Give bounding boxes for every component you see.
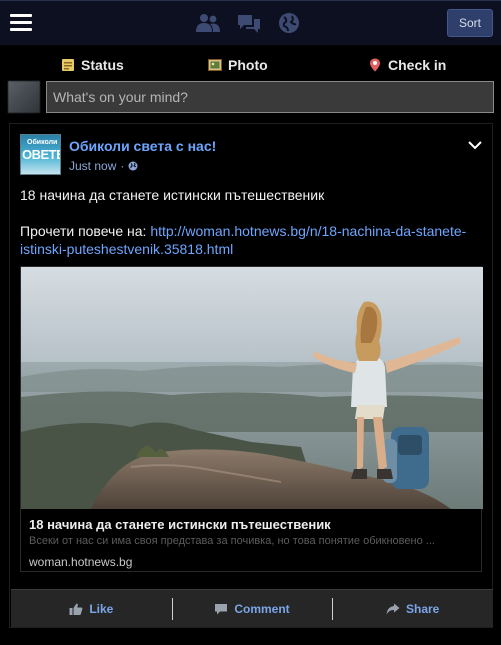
globe-icon: [128, 161, 138, 171]
read-more-prefix: Прочети повече на:: [20, 223, 151, 239]
tab-photo-label: Photo: [228, 57, 268, 73]
status-input[interactable]: What's on your mind?: [46, 81, 494, 113]
sort-button[interactable]: Sort: [447, 9, 493, 37]
comment-label: Comment: [234, 601, 290, 616]
post-time-text[interactable]: Just now: [69, 159, 116, 173]
tab-photo[interactable]: Photo: [208, 55, 268, 75]
messages-icon[interactable]: [236, 12, 262, 34]
preview-description: Всеки от нас си има своя представа за по…: [29, 535, 435, 547]
preview-image-art: [21, 267, 483, 509]
post-action-bar: Like Comment Share: [11, 589, 493, 627]
status-note-icon: [62, 59, 74, 71]
page-name-link[interactable]: Обиколи света с нас!: [69, 138, 216, 154]
page-avatar-text-top: Обиколи: [27, 139, 58, 146]
thumbs-up-icon: [69, 603, 83, 615]
location-pin-icon: [370, 58, 380, 72]
page-avatar-text-main: ОВЕТЕ: [22, 147, 61, 162]
tab-check-in[interactable]: Check in: [368, 55, 446, 75]
comment-icon: [215, 603, 228, 614]
hamburger-menu-icon[interactable]: [10, 14, 32, 32]
page-avatar[interactable]: Обиколи ОВЕТЕ: [20, 134, 61, 175]
tab-check-in-label: Check in: [388, 57, 447, 73]
top-bar: Sort: [0, 0, 501, 45]
preview-title[interactable]: 18 начина да станете истински пътешестве…: [29, 517, 331, 532]
tab-status[interactable]: Status: [61, 55, 124, 75]
composer: Status Photo Check in What's on your min…: [0, 45, 501, 117]
like-button[interactable]: Like: [11, 590, 172, 627]
globe-icon[interactable]: [276, 12, 302, 34]
friends-icon[interactable]: [195, 12, 221, 34]
photo-icon: [208, 59, 222, 71]
preview-domain: woman.hotnews.bg: [29, 555, 133, 569]
news-feed-post: Обиколи ОВЕТЕ Обиколи света с нас! Just …: [9, 123, 493, 628]
read-more-line: Прочети повече на: http://woman.hotnews.…: [20, 222, 482, 258]
chevron-down-icon[interactable]: [468, 140, 482, 150]
post-text: 18 начина да станете истински пътешестве…: [20, 186, 482, 258]
preview-image: [21, 267, 483, 509]
share-icon: [386, 603, 400, 614]
post-timestamp: Just now ·: [69, 159, 138, 173]
link-preview[interactable]: 18 начина да станете истински пътешестве…: [20, 266, 483, 572]
avatar: [8, 81, 40, 113]
comment-button[interactable]: Comment: [171, 590, 333, 627]
tab-status-label: Status: [81, 57, 124, 73]
composer-row: What's on your mind?: [8, 81, 494, 113]
time-separator: ·: [120, 159, 125, 173]
post-headline: 18 начина да станете истински пътешестве…: [20, 187, 325, 203]
share-label: Share: [406, 601, 440, 616]
like-label: Like: [89, 601, 114, 616]
share-button[interactable]: Share: [332, 590, 493, 627]
